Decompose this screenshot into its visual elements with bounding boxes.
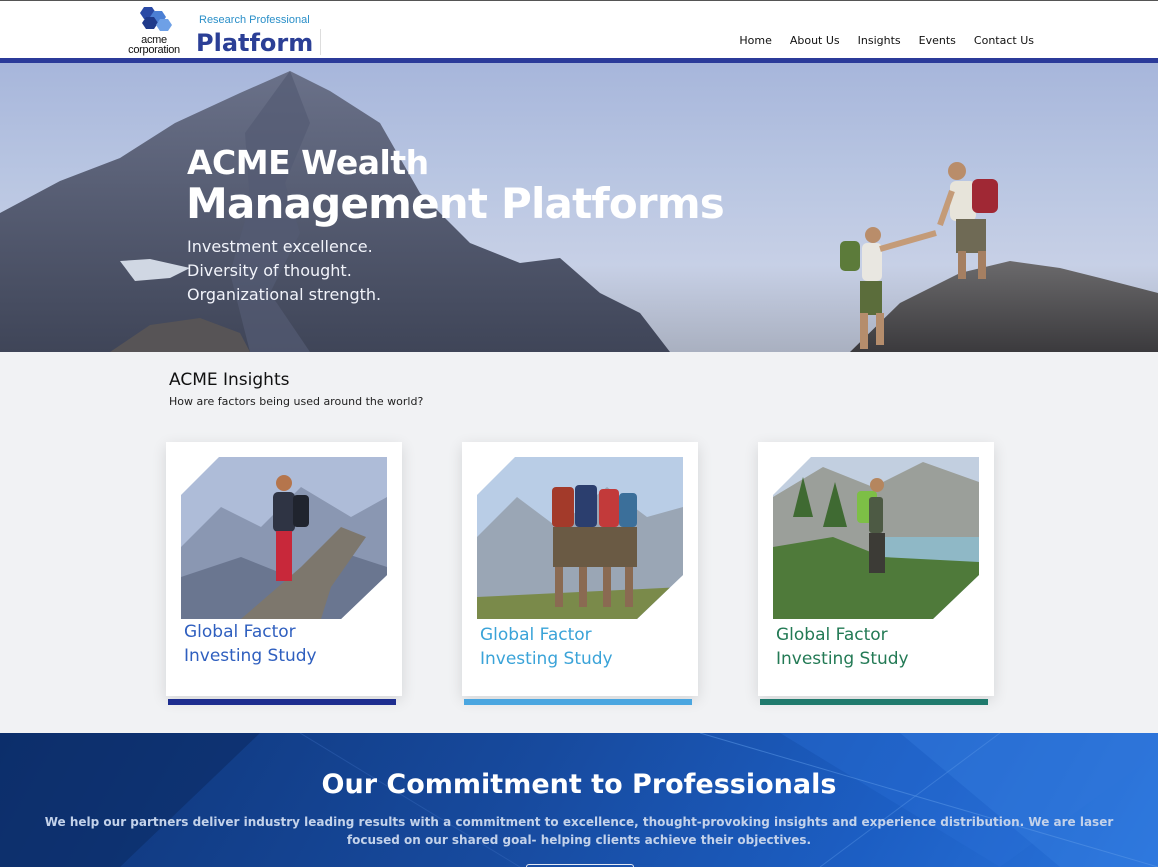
brand-divider [320, 29, 321, 55]
card-2-accent-bar [464, 699, 692, 705]
card-2-title-line2: Investing Study [480, 649, 613, 669]
insight-card-3[interactable]: Global Factor Investing Study [758, 442, 994, 705]
hero-tagline-2: Diversity of thought. [187, 261, 352, 280]
brand-title[interactable]: Platform [196, 29, 313, 57]
card-2-title-line1: Global Factor [480, 625, 592, 645]
card-3-title-line2: Investing Study [776, 649, 909, 669]
main-nav: Home About Us Insights Events Contact Us [739, 34, 1034, 47]
hero-tagline-3: Organizational strength. [187, 285, 382, 304]
hero-tagline-1: Investment excellence. [187, 237, 373, 256]
hero-title-line2: Management Platforms [186, 179, 725, 228]
nav-about-us[interactable]: About Us [790, 34, 840, 47]
hero-title-line1: ACME Wealth [187, 143, 429, 182]
logo-cubes-icon [140, 7, 172, 31]
nav-insights[interactable]: Insights [858, 34, 901, 47]
card-3-title[interactable]: Global Factor Investing Study [776, 623, 909, 671]
hero-banner: ACME Wealth Management Platforms Investm… [0, 63, 1158, 352]
card-3-title-line1: Global Factor [776, 625, 888, 645]
insight-card-1[interactable]: Global Factor Investing Study [166, 442, 402, 705]
commitment-title: Our Commitment to Professionals [321, 769, 837, 800]
card-image-climber [181, 457, 387, 619]
commitment-text: We help our partners deliver industry le… [44, 815, 1114, 847]
logo-line2: corporation [128, 44, 180, 56]
card-1-accent-bar [168, 699, 396, 705]
card-image-lake-hiker [773, 457, 979, 619]
card-1-title-line2: Investing Study [184, 646, 317, 666]
card-2-title[interactable]: Global Factor Investing Study [480, 623, 613, 671]
commitment-section: Our Commitment to Professionals We help … [0, 733, 1158, 867]
brand-subtitle: Research Professional [199, 14, 310, 26]
card-1-title-line1: Global Factor [184, 622, 296, 642]
top-header: acme corporation Research Professional P… [0, 0, 1158, 62]
card-3-accent-bar [760, 699, 988, 705]
card-1-title[interactable]: Global Factor Investing Study [184, 620, 317, 668]
card-image-hiking-group [477, 457, 683, 619]
insights-title: ACME Insights [169, 370, 290, 390]
nav-events[interactable]: Events [919, 34, 956, 47]
nav-contact-us[interactable]: Contact Us [974, 34, 1034, 47]
insight-card-2[interactable]: Global Factor Investing Study [462, 442, 698, 705]
insights-subtitle: How are factors being used around the wo… [169, 395, 424, 408]
logo-text: acme corporation [124, 35, 184, 56]
nav-home[interactable]: Home [739, 34, 771, 47]
